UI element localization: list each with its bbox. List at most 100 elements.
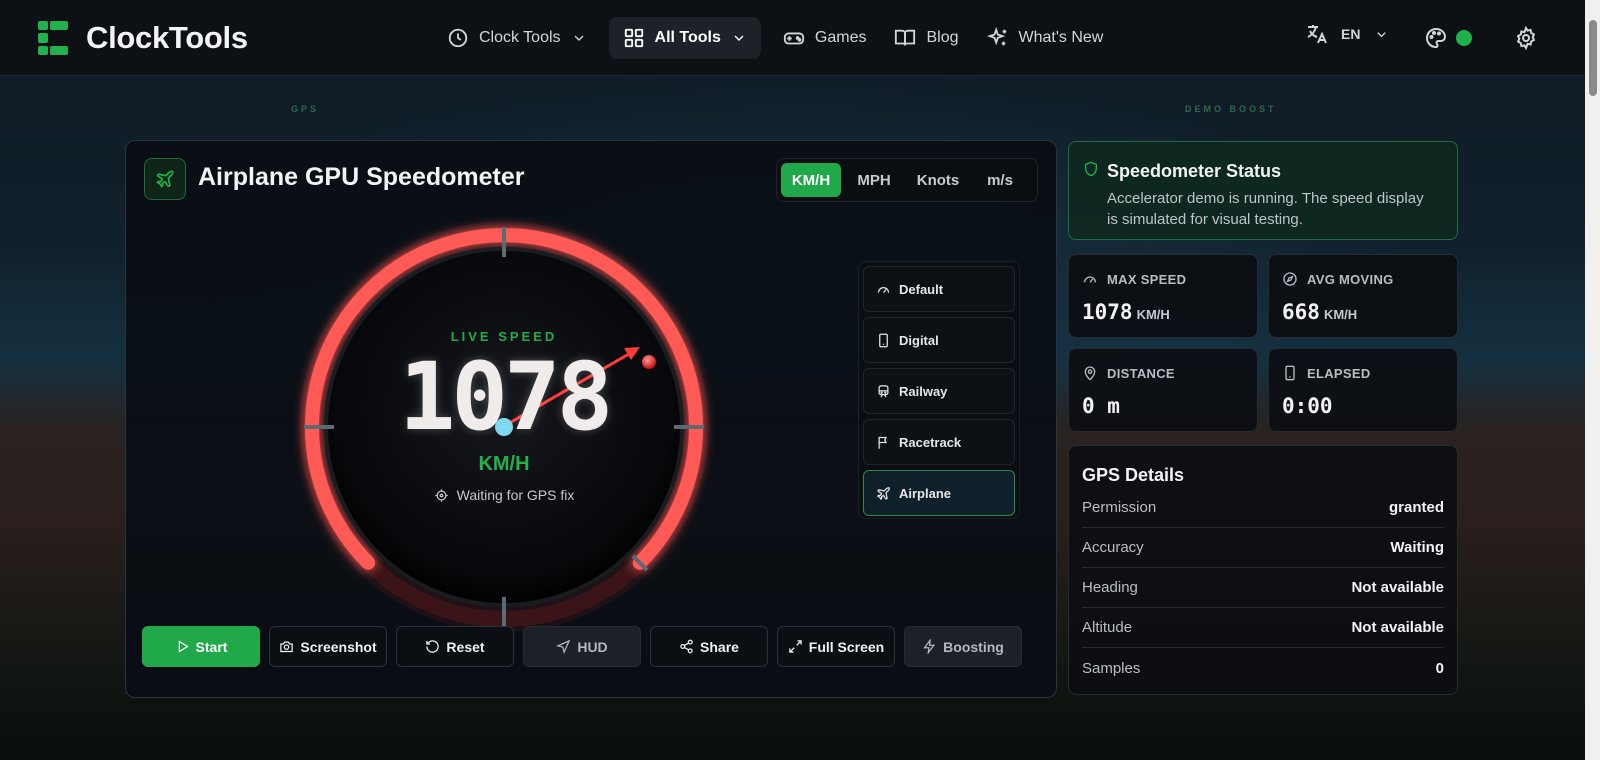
- sparkle-icon: [986, 27, 1006, 46]
- top-navbar: ClockTools Clock Tools All Tools Games B…: [0, 0, 1585, 76]
- mode-label: Digital: [899, 332, 939, 348]
- share-icon: [680, 639, 693, 654]
- stat-value: 0:00: [1282, 394, 1333, 418]
- gps-key: Heading: [1082, 579, 1138, 596]
- share-button[interactable]: Share: [650, 626, 768, 667]
- language-label: EN: [1341, 26, 1361, 42]
- nav-games[interactable]: Games: [769, 17, 881, 59]
- gps-value: granted: [1388, 499, 1444, 516]
- status-text: Accelerator demo is running. The speed d…: [1107, 190, 1424, 228]
- gps-details-card: GPS Details Permission granted Accuracy …: [1068, 445, 1458, 695]
- phone-icon: [879, 333, 888, 347]
- button-label: Boosting: [943, 638, 1004, 655]
- unit-ms[interactable]: m/s: [969, 163, 1031, 197]
- gps-row-heading: Heading Not available: [1082, 568, 1444, 608]
- speedometer-card: Airplane GPU Speedometer KM/H MPH Knots …: [125, 140, 1057, 698]
- gps-row-altitude: Altitude Not available: [1082, 608, 1444, 648]
- distance-stat: DISTANCE 0 m: [1068, 348, 1258, 432]
- phone-icon: [1285, 365, 1295, 381]
- section-label-demo-boost: DEMO BOOST: [1185, 104, 1277, 114]
- chevron-down-icon: [734, 35, 744, 41]
- stat-label: AVG MOVING: [1307, 272, 1394, 287]
- translate-icon: [1307, 25, 1327, 44]
- gauge-icon: [1084, 276, 1096, 283]
- gps-key: Altitude: [1082, 619, 1133, 636]
- button-label: Reset: [446, 638, 485, 655]
- plane-badge: [144, 158, 186, 200]
- gear-icon: [1516, 26, 1536, 50]
- speed-unit-label: KM/H: [478, 453, 530, 475]
- nav-label: Blog: [926, 29, 959, 46]
- needle-hub: [495, 418, 513, 436]
- scrollbar-thumb[interactable]: [1589, 20, 1597, 96]
- reset-button[interactable]: Reset: [396, 626, 514, 667]
- language-selector[interactable]: EN: [1305, 22, 1389, 46]
- flag-icon: [878, 436, 888, 449]
- gauge-icon: [877, 286, 890, 293]
- gps-value: Not available: [1351, 579, 1444, 596]
- unit-knots[interactable]: Knots: [907, 163, 969, 197]
- boosting-button[interactable]: Boosting: [904, 626, 1022, 667]
- gps-row-samples: Samples 0: [1082, 648, 1444, 688]
- button-label: Start: [195, 638, 228, 655]
- button-label: Share: [700, 638, 739, 655]
- shield-icon: [1085, 161, 1097, 177]
- stat-value: 1078 KM/H: [1082, 300, 1170, 324]
- nav-label: Games: [814, 29, 867, 46]
- button-label: HUD: [577, 638, 608, 655]
- unit-mph[interactable]: MPH: [841, 163, 907, 197]
- unit-selector: KM/H MPH Knots m/s: [776, 158, 1038, 202]
- gps-value: 0: [1435, 659, 1444, 677]
- chevron-down-icon: [574, 35, 583, 41]
- mode-digital[interactable]: Digital: [863, 317, 1015, 363]
- brand[interactable]: ClockTools: [38, 20, 248, 56]
- chevron-down-icon: [1377, 31, 1387, 37]
- gps-status-text: Waiting for GPS fix: [456, 487, 575, 503]
- status-title: Speedometer Status: [1107, 161, 1282, 181]
- train-icon: [878, 384, 889, 397]
- speedometer-status-card: Speedometer Status Accelerator demo is r…: [1068, 141, 1458, 240]
- page-scrollbar[interactable]: [1585, 0, 1600, 760]
- button-label: Full Screen: [808, 638, 885, 655]
- map-pin-icon: [1084, 366, 1096, 381]
- mode-default[interactable]: Default: [863, 266, 1015, 312]
- screenshot-button[interactable]: Screenshot: [269, 626, 387, 667]
- theme-button[interactable]: [1424, 26, 1472, 50]
- plane-icon: [156, 170, 174, 188]
- settings-button[interactable]: [1514, 26, 1538, 50]
- gamepad-icon: [783, 32, 804, 45]
- grid-icon: [624, 28, 643, 48]
- gps-value: Waiting: [1390, 539, 1444, 556]
- button-label: Screenshot: [300, 638, 377, 655]
- bolt-icon: [923, 639, 936, 654]
- speed-gauge: LIVE SPEED 1078 KM/H Waiting for GPS fix: [294, 217, 714, 637]
- unit-kmh[interactable]: KM/H: [781, 163, 841, 197]
- gauge-style-list: Default Digital Railway Racetrack Airpla…: [858, 261, 1020, 519]
- mode-railway[interactable]: Railway: [863, 368, 1015, 414]
- gps-key: Samples: [1082, 659, 1141, 677]
- mode-label: Default: [899, 281, 944, 297]
- nav-all-tools[interactable]: All Tools: [608, 17, 761, 59]
- fullscreen-button[interactable]: Full Screen: [777, 626, 895, 667]
- gps-value: Not available: [1351, 619, 1444, 636]
- max-speed-stat: MAX SPEED 1078 KM/H: [1068, 254, 1258, 338]
- fullscreen-icon: [789, 640, 802, 653]
- brand-name: ClockTools: [86, 20, 248, 55]
- gps-status: Waiting for GPS fix: [294, 487, 714, 503]
- start-button[interactable]: Start: [142, 626, 260, 667]
- elapsed-stat: ELAPSED 0:00: [1268, 348, 1458, 432]
- stat-value: 668 KM/H: [1282, 300, 1358, 324]
- action-bar: Start Screenshot Reset HUD Share Full Sc…: [142, 626, 1022, 667]
- gps-details-title: GPS Details: [1082, 465, 1185, 485]
- mode-racetrack[interactable]: Racetrack: [863, 419, 1015, 465]
- nav-clock-tools[interactable]: Clock Tools: [433, 17, 601, 59]
- stat-label: ELAPSED: [1307, 366, 1371, 381]
- hud-button[interactable]: HUD: [523, 626, 641, 667]
- nav-label: Clock Tools: [479, 29, 561, 46]
- nav-whats-new[interactable]: What's New: [973, 17, 1118, 59]
- navigation-icon: [556, 639, 571, 654]
- gps-row-accuracy: Accuracy Waiting: [1082, 528, 1444, 568]
- nav-blog[interactable]: Blog: [880, 17, 972, 59]
- mode-label: Airplane: [899, 485, 952, 501]
- mode-airplane[interactable]: Airplane: [863, 470, 1015, 516]
